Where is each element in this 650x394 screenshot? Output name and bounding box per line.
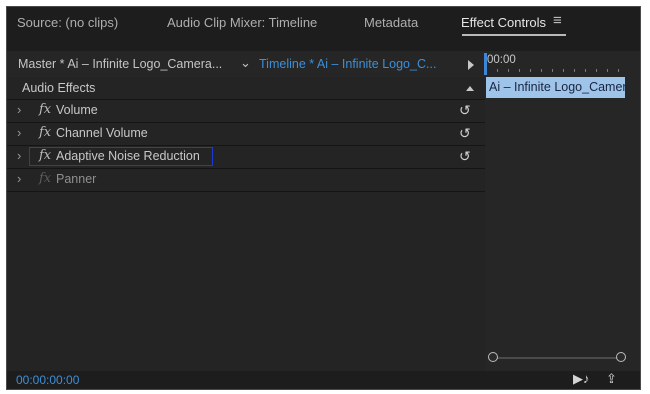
zoom-scrollbar[interactable] [492,357,622,359]
master-clip-selector[interactable]: Master * Ai – Infinite Logo_Camera... [18,57,222,71]
effects-list-pane: Master * Ai – Infinite Logo_Camera... ⌄ … [7,51,485,371]
effect-row-volume[interactable]: › fx Volume ↺ [7,100,485,123]
panel-tab-bar: Source: (no clips) Audio Clip Mixer: Tim… [7,7,640,41]
time-ruler[interactable]: 00:00 [484,51,640,75]
source-selector-bar: Master * Ai – Infinite Logo_Camera... ⌄ … [7,51,485,77]
tab-metadata[interactable]: Metadata [364,15,418,30]
expand-arrow-icon[interactable]: › [17,171,21,186]
effect-controls-panel: Source: (no clips) Audio Clip Mixer: Tim… [6,6,641,390]
sequence-clip-selector[interactable]: Timeline * Ai – Infinite Logo_C... [259,57,436,71]
effect-timeline-pane: 00:00 Ai – Infinite Logo_Camera [484,51,640,371]
effect-label: Panner [56,172,97,186]
collapse-up-icon[interactable] [466,86,474,91]
audio-effects-header: Audio Effects [7,78,485,100]
ruler-ticks [497,69,627,73]
tab-source[interactable]: Source: (no clips) [17,15,118,30]
play-audio-icon[interactable]: ▶♪ [573,371,590,387]
reset-icon[interactable]: ↺ [459,102,471,119]
effect-label: Channel Volume [56,126,148,140]
tab-audio-clip-mixer[interactable]: Audio Clip Mixer: Timeline [167,15,317,30]
panel-footer: 00:00:00:00 ▶♪ ⇪ [7,371,640,389]
expand-arrow-icon[interactable]: › [17,125,21,140]
fx-icon[interactable]: fx [39,125,51,140]
tab-effect-controls[interactable]: Effect Controls [461,15,546,30]
effect-label: Adaptive Noise Reduction [56,149,200,163]
effect-row-channel-volume[interactable]: › fx Channel Volume ↺ [7,123,485,146]
fx-icon[interactable]: fx [39,102,51,117]
panel-menu-icon[interactable]: ≡ [553,12,562,29]
timecode-display[interactable]: 00:00:00:00 [16,373,79,387]
expand-arrow-icon[interactable]: › [17,148,21,163]
reset-with-menu-icon[interactable]: ↺ [459,148,471,165]
effect-label: Volume [56,103,98,117]
zoom-handle-left[interactable] [488,352,498,362]
chevron-down-icon[interactable]: ⌄ [240,55,251,71]
zoom-handle-right[interactable] [616,352,626,362]
clip-label: Ai – Infinite Logo_Camera [489,80,625,94]
timeline-clip[interactable]: Ai – Infinite Logo_Camera [486,77,625,98]
expand-arrow-icon[interactable]: › [17,102,21,117]
fx-icon[interactable]: fx [39,171,51,186]
active-tab-underline [462,34,566,36]
effect-row-panner[interactable]: › fx Panner [7,169,485,192]
section-title: Audio Effects [22,81,96,95]
effect-row-adaptive-noise-reduction[interactable]: › fx Adaptive Noise Reduction ↺ [7,146,485,169]
fx-icon[interactable]: fx [39,148,51,163]
ruler-time-label: 00:00 [487,54,516,66]
reset-icon[interactable]: ↺ [459,125,471,142]
export-icon[interactable]: ⇪ [606,371,617,387]
play-arrow-icon[interactable] [468,60,474,70]
